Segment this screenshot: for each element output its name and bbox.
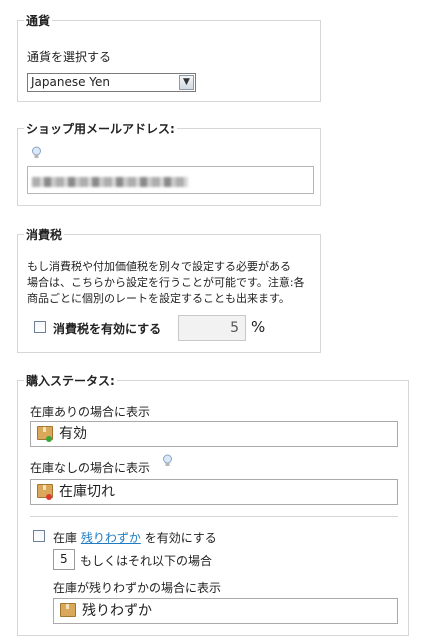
consumption-tax-legend: 消費税: [26, 228, 63, 242]
low-stock-enable-row: 在庫 残りわずか を有効にする: [53, 529, 217, 546]
low-stock-threshold-value: 5: [60, 552, 68, 566]
redacted-email: [32, 177, 188, 187]
purchase-status-legend: 購入ステータス:: [26, 374, 115, 388]
chevron-down-icon[interactable]: ▼: [179, 75, 194, 90]
lightbulb-icon[interactable]: [31, 146, 42, 160]
currency-select[interactable]: Japanese Yen ▼: [27, 73, 196, 92]
low-stock-link[interactable]: 残りわずか: [81, 531, 141, 545]
in-stock-value: 有効: [59, 426, 87, 442]
tax-rate-input[interactable]: 5: [178, 315, 246, 341]
currency-label: 通貨を選択する: [27, 50, 112, 64]
threshold-label: もしくはそれ以下の場合: [80, 554, 213, 568]
low-stock-display-input[interactable]: 残りわずか: [53, 598, 398, 624]
currency-selected-value: Japanese Yen: [31, 75, 111, 89]
lightbulb-icon[interactable]: [162, 454, 173, 468]
low-stock-checkbox[interactable]: [33, 530, 45, 542]
in-stock-label: 在庫ありの場合に表示: [30, 405, 151, 419]
low-stock-suffix: を有効にする: [144, 531, 217, 545]
out-of-stock-value: 在庫切れ: [59, 484, 115, 500]
out-of-stock-display-input[interactable]: 在庫切れ: [30, 479, 398, 505]
shop-email-input[interactable]: [27, 166, 314, 194]
package-icon: [60, 603, 76, 617]
enable-tax-label: 消費税を有効にする: [53, 322, 162, 336]
tax-unit: %: [251, 318, 266, 336]
in-stock-badge-icon: [46, 436, 52, 442]
low-stock-display-label: 在庫が残りわずかの場合に表示: [53, 581, 222, 595]
out-of-stock-badge-icon: [46, 494, 52, 500]
enable-tax-checkbox[interactable]: [34, 321, 46, 333]
tax-description-line-1: もし消費税や付加価値税を別々で設定する必要がある: [27, 260, 291, 273]
in-stock-display-input[interactable]: 有効: [30, 421, 398, 447]
tax-description-line-3: 商品ごとに個別のレートを設定することも出来ます。: [27, 292, 290, 305]
tax-description-line-2: 場合は、こちらから設定を行うことが可能です。注意:各: [27, 276, 305, 289]
tax-rate-value: 5: [230, 320, 239, 336]
out-of-stock-label: 在庫なしの場合に表示: [30, 461, 151, 475]
shop-email-legend: ショップ用メールアドレス:: [26, 122, 175, 136]
section-divider: [30, 516, 398, 517]
low-stock-prefix: 在庫: [53, 531, 78, 545]
currency-legend: 通貨: [26, 14, 51, 28]
low-stock-value: 残りわずか: [82, 603, 152, 619]
low-stock-threshold-input[interactable]: 5: [53, 549, 75, 570]
